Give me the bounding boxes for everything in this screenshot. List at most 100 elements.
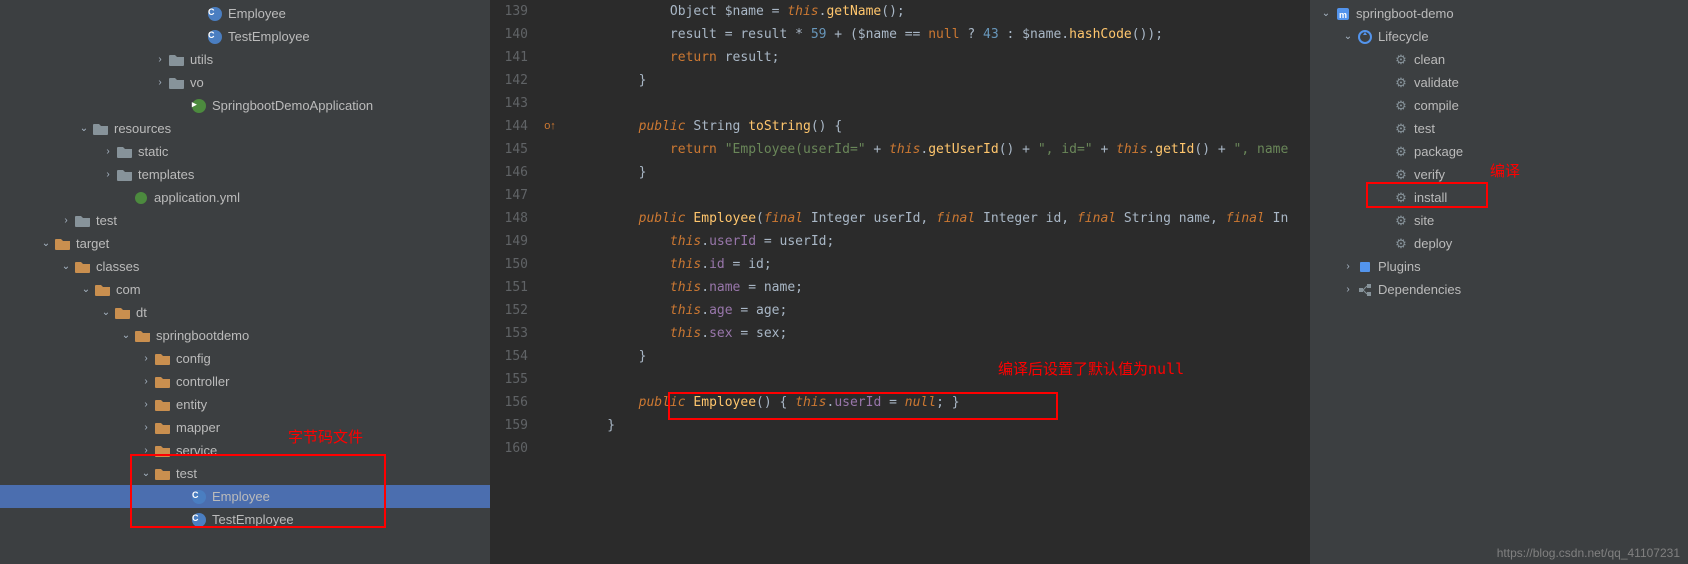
- code-line[interactable]: public Employee(final Integer userId, fi…: [568, 207, 1310, 230]
- code-line[interactable]: public Employee() { this.userId = null; …: [568, 391, 1310, 414]
- maven-item-install[interactable]: ⚙install: [1310, 186, 1688, 209]
- maven-item-site[interactable]: ⚙site: [1310, 209, 1688, 232]
- expand-arrow[interactable]: ⌄: [78, 284, 94, 295]
- code-line[interactable]: [568, 437, 1310, 460]
- expand-arrow[interactable]: ›: [1340, 261, 1356, 272]
- gutter-row[interactable]: 144o↑: [490, 115, 560, 138]
- gutter-row[interactable]: 154: [490, 345, 560, 368]
- gutter-row[interactable]: 159: [490, 414, 560, 437]
- expand-arrow[interactable]: ⌄: [1318, 8, 1334, 19]
- maven-item-plugins[interactable]: ›Plugins: [1310, 255, 1688, 278]
- tree-item-dt[interactable]: ⌄dt: [0, 301, 490, 324]
- tree-item-testemployee[interactable]: CTestEmployee: [0, 25, 490, 48]
- code-line[interactable]: Object $name = this.getName();: [568, 0, 1310, 23]
- tree-item-employee[interactable]: CEmployee: [0, 485, 490, 508]
- maven-item-compile[interactable]: ⚙compile: [1310, 94, 1688, 117]
- expand-arrow[interactable]: ›: [100, 169, 116, 180]
- code-line[interactable]: return "Employee(userId=" + this.getUser…: [568, 138, 1310, 161]
- maven-item-validate[interactable]: ⚙validate: [1310, 71, 1688, 94]
- code-line[interactable]: [568, 92, 1310, 115]
- gutter-row[interactable]: 148: [490, 207, 560, 230]
- gutter-row[interactable]: 149: [490, 230, 560, 253]
- tree-item-test[interactable]: ⌄test: [0, 462, 490, 485]
- maven-item-springboot-demo[interactable]: ⌄mspringboot-demo: [1310, 2, 1688, 25]
- tree-item-controller[interactable]: ›controller: [0, 370, 490, 393]
- code-line[interactable]: }: [568, 161, 1310, 184]
- maven-item-clean[interactable]: ⚙clean: [1310, 48, 1688, 71]
- code-line[interactable]: this.name = name;: [568, 276, 1310, 299]
- expand-arrow[interactable]: ⌄: [118, 330, 134, 341]
- code-line[interactable]: }: [568, 414, 1310, 437]
- expand-arrow[interactable]: ›: [152, 77, 168, 88]
- gutter-row[interactable]: 146: [490, 161, 560, 184]
- code-line[interactable]: this.id = id;: [568, 253, 1310, 276]
- tree-item-service[interactable]: ›service: [0, 439, 490, 462]
- expand-arrow[interactable]: ⌄: [98, 307, 114, 318]
- maven-panel[interactable]: ⌄mspringboot-demo⌄Lifecycle⚙clean⚙valida…: [1310, 0, 1688, 564]
- tree-item-target[interactable]: ⌄target: [0, 232, 490, 255]
- expand-arrow[interactable]: ⌄: [76, 123, 92, 134]
- code-line[interactable]: result = result * 59 + ($name == null ? …: [568, 23, 1310, 46]
- code-line[interactable]: [568, 184, 1310, 207]
- code-line[interactable]: return result;: [568, 46, 1310, 69]
- expand-arrow[interactable]: ›: [138, 422, 154, 433]
- gutter-row[interactable]: 142: [490, 69, 560, 92]
- tree-item-employee[interactable]: CEmployee: [0, 2, 490, 25]
- gutter-row[interactable]: 147: [490, 184, 560, 207]
- code-line[interactable]: this.age = age;: [568, 299, 1310, 322]
- maven-item-lifecycle[interactable]: ⌄Lifecycle: [1310, 25, 1688, 48]
- code-line[interactable]: [568, 368, 1310, 391]
- tree-item-utils[interactable]: ›utils: [0, 48, 490, 71]
- expand-arrow[interactable]: ›: [1340, 284, 1356, 295]
- tree-item-vo[interactable]: ›vo: [0, 71, 490, 94]
- expand-arrow[interactable]: ⌄: [38, 238, 54, 249]
- expand-arrow[interactable]: ›: [138, 376, 154, 387]
- expand-arrow[interactable]: ⌄: [1340, 31, 1356, 42]
- tree-item-springbootdemoapplication[interactable]: ▸SpringbootDemoApplication: [0, 94, 490, 117]
- maven-item-test[interactable]: ⚙test: [1310, 117, 1688, 140]
- gutter-row[interactable]: 160: [490, 437, 560, 460]
- gutter-row[interactable]: 156: [490, 391, 560, 414]
- expand-arrow[interactable]: ›: [138, 399, 154, 410]
- gutter-row[interactable]: 153: [490, 322, 560, 345]
- tree-item-classes[interactable]: ⌄classes: [0, 255, 490, 278]
- expand-arrow[interactable]: ⌄: [58, 261, 74, 272]
- tree-item-testemployee[interactable]: CTestEmployee: [0, 508, 490, 531]
- gutter-row[interactable]: 152: [490, 299, 560, 322]
- tree-item-config[interactable]: ›config: [0, 347, 490, 370]
- gutter-row[interactable]: 139: [490, 0, 560, 23]
- expand-arrow[interactable]: ›: [58, 215, 74, 226]
- tree-item-mapper[interactable]: ›mapper: [0, 416, 490, 439]
- tree-item-application.yml[interactable]: application.yml: [0, 186, 490, 209]
- maven-item-deploy[interactable]: ⚙deploy: [1310, 232, 1688, 255]
- gutter-row[interactable]: 141: [490, 46, 560, 69]
- code-line[interactable]: this.sex = sex;: [568, 322, 1310, 345]
- tree-item-com[interactable]: ⌄com: [0, 278, 490, 301]
- code-line[interactable]: }: [568, 69, 1310, 92]
- gutter-row[interactable]: 143: [490, 92, 560, 115]
- gutter-row[interactable]: 155: [490, 368, 560, 391]
- gutter-row[interactable]: 151: [490, 276, 560, 299]
- maven-item-dependencies[interactable]: ›Dependencies: [1310, 278, 1688, 301]
- gutter-row[interactable]: 140: [490, 23, 560, 46]
- tree-item-templates[interactable]: ›templates: [0, 163, 490, 186]
- tree-item-entity[interactable]: ›entity: [0, 393, 490, 416]
- tree-item-static[interactable]: ›static: [0, 140, 490, 163]
- expand-arrow[interactable]: ›: [152, 54, 168, 65]
- code-line[interactable]: this.userId = userId;: [568, 230, 1310, 253]
- tree-item-springbootdemo[interactable]: ⌄springbootdemo: [0, 324, 490, 347]
- code-line[interactable]: public String toString() {: [568, 115, 1310, 138]
- project-tree-panel[interactable]: CEmployeeCTestEmployee›utils›vo▸Springbo…: [0, 0, 490, 564]
- maven-item-verify[interactable]: ⚙verify: [1310, 163, 1688, 186]
- expand-arrow[interactable]: ›: [138, 353, 154, 364]
- override-icon[interactable]: o↑: [544, 115, 556, 138]
- maven-item-package[interactable]: ⚙package: [1310, 140, 1688, 163]
- expand-arrow[interactable]: ›: [100, 146, 116, 157]
- tree-item-resources[interactable]: ⌄resources: [0, 117, 490, 140]
- gutter-row[interactable]: 150: [490, 253, 560, 276]
- tree-item-test[interactable]: ›test: [0, 209, 490, 232]
- expand-arrow[interactable]: ›: [138, 445, 154, 456]
- gutter-row[interactable]: 145: [490, 138, 560, 161]
- code-line[interactable]: }: [568, 345, 1310, 368]
- code-editor[interactable]: 139140141142143144o↑14514614714814915015…: [490, 0, 1310, 564]
